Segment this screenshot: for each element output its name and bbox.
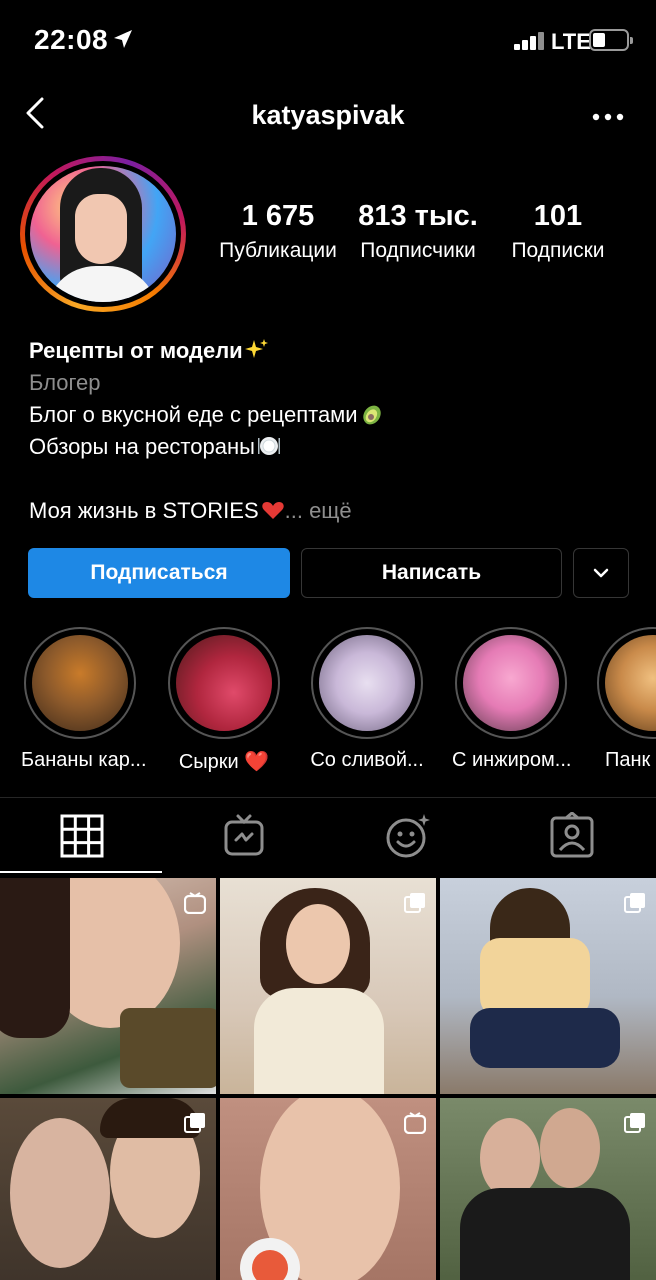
post-thumbnail[interactable] [440, 1098, 656, 1280]
suggested-dropdown-button[interactable] [573, 548, 629, 598]
highlight-label: Панк [605, 749, 651, 771]
stat-followers[interactable]: 813 тыс. Подписчики [354, 200, 482, 263]
highlight-cover [463, 635, 559, 731]
carousel-icon [404, 893, 425, 913]
grid-icon[interactable] [58, 812, 106, 860]
highlight-label: С инжиром... [452, 749, 572, 771]
profile-username: katyaspivak [251, 100, 405, 130]
highlight-label: Сырки ❤️ [178, 751, 270, 773]
plate-cutlery-icon [257, 437, 280, 455]
heart-icon [261, 502, 284, 519]
follow-button[interactable]: Подписаться [28, 548, 290, 598]
post-thumbnail[interactable] [220, 1098, 436, 1280]
more-options-icon[interactable] [592, 112, 624, 122]
message-button[interactable]: Написать [301, 548, 562, 598]
signal-icon [514, 32, 548, 50]
highlight-label: Со сливой... [310, 749, 424, 771]
sparkles-icon [244, 339, 268, 358]
stat-posts[interactable]: 1 675 Публикации [214, 200, 342, 263]
stat-following-label: Подписки [511, 239, 605, 262]
igtv-icon[interactable] [220, 812, 268, 860]
highlight-cover [176, 635, 272, 731]
tagged-icon[interactable] [548, 812, 596, 860]
stat-posts-value: 1 675 [241, 200, 315, 232]
highlight-item[interactable]: С инжиром... [452, 627, 572, 772]
stat-following[interactable]: 101 Подписки [498, 200, 618, 263]
profile-name: Рецепты от модели [29, 338, 243, 363]
network-label: LTE [551, 29, 591, 54]
highlight-cover [605, 635, 656, 731]
tabs-divider [0, 797, 656, 798]
bio-line-3: Моя жизнь в STORIES [29, 498, 259, 523]
post-thumbnail[interactable] [440, 878, 656, 1094]
chevron-down-icon [593, 568, 609, 578]
post-thumbnail[interactable] [0, 878, 216, 1094]
carousel-icon [624, 1113, 645, 1133]
highlight-item[interactable]: Панк [597, 627, 656, 772]
highlight-cover [319, 635, 415, 731]
carousel-icon [184, 1113, 205, 1133]
highlight-label: Бананы кар... [21, 749, 147, 771]
highlight-item[interactable]: Бананы кар... [21, 627, 147, 772]
reels-icon[interactable] [384, 812, 432, 860]
post-thumbnail[interactable] [0, 1098, 216, 1280]
post-thumbnail[interactable] [220, 878, 436, 1094]
carousel-icon [624, 893, 645, 913]
igtv-badge-icon [184, 892, 206, 914]
location-arrow-icon [114, 30, 132, 48]
status-time: 22:08 [34, 24, 109, 55]
stat-following-value: 101 [533, 200, 583, 232]
avatar[interactable] [30, 166, 176, 302]
story-ring[interactable] [20, 156, 186, 312]
bio-more-link[interactable]: ... ещё [285, 498, 352, 523]
avocado-icon [362, 405, 381, 425]
stat-followers-label: Подписчики [360, 239, 476, 262]
active-tab-indicator [0, 871, 162, 873]
highlight-cover [32, 635, 128, 731]
highlight-item[interactable]: Сырки ❤️ [165, 627, 283, 774]
igtv-badge-icon [404, 1112, 426, 1134]
bio-line-1: Блог о вкусной еде с рецептами [29, 402, 358, 427]
battery-icon [589, 29, 633, 51]
profile-category: Блогер [29, 370, 101, 395]
bio: Рецепты от модели Блогер Блог о вкусной … [29, 335, 639, 527]
stat-followers-value: 813 тыс. [358, 200, 478, 232]
status-bar: 22:08 LTE [0, 0, 656, 80]
stat-posts-label: Публикации [219, 239, 337, 262]
highlight-item[interactable]: Со сливой... [308, 627, 426, 772]
bio-line-2: Обзоры на рестораны [29, 434, 255, 459]
